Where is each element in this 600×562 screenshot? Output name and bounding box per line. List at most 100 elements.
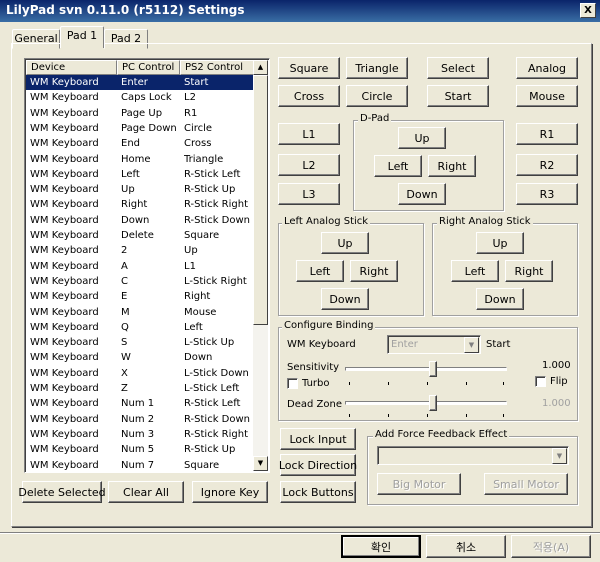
close-button[interactable]: X <box>580 3 596 18</box>
table-row[interactable]: WM Keyboard M Mouse <box>26 305 254 320</box>
lock-direction-button[interactable]: Lock Direction <box>279 454 357 476</box>
binding-key-dropdown[interactable]: Enter ▼ <box>387 335 481 354</box>
ps2-control-cell: Right <box>184 291 211 303</box>
column-header-pc-control[interactable]: PC Control <box>117 60 180 75</box>
table-row[interactable]: WM Keyboard Q Left <box>26 320 254 335</box>
pc-control-cell: S <box>121 337 128 349</box>
clear-all-button[interactable]: Clear All <box>108 481 184 503</box>
analog-button[interactable]: Analog <box>516 57 578 79</box>
table-row[interactable]: WM Keyboard Right R-Stick Right <box>26 197 254 212</box>
start-button[interactable]: Start <box>427 85 489 107</box>
table-row[interactable]: WM Keyboard X L-Stick Down <box>26 366 254 381</box>
cross-button[interactable]: Cross <box>278 85 340 107</box>
right-stick-right-button[interactable]: Right <box>505 260 553 282</box>
dpad-left-button[interactable]: Left <box>374 155 422 177</box>
r1-button[interactable]: R1 <box>516 123 578 145</box>
table-row[interactable]: WM Keyboard Z L-Stick Left <box>26 381 254 396</box>
table-row[interactable]: WM Keyboard W Down <box>26 350 254 365</box>
small-motor-button[interactable]: Small Motor <box>484 473 568 495</box>
triangle-button[interactable]: Triangle <box>346 57 408 79</box>
delete-selected-button[interactable]: Delete Selected <box>18 481 106 503</box>
table-row[interactable]: WM Keyboard Num 1 R-Stick Left <box>26 396 254 411</box>
table-row[interactable]: WM Keyboard E Right <box>26 289 254 304</box>
table-row[interactable]: WM Keyboard Down R-Stick Down <box>26 213 254 228</box>
r2-button[interactable]: R2 <box>516 154 578 176</box>
force-feedback-dropdown[interactable]: ▼ <box>377 446 569 465</box>
pc-control-cell: Home <box>121 153 151 165</box>
right-stick-up-button[interactable]: Up <box>476 232 524 254</box>
dead-zone-track <box>345 401 507 405</box>
ps2-control-cell: R-Stick Up <box>184 184 236 196</box>
table-row[interactable]: WM Keyboard Num 3 R-Stick Right <box>26 427 254 442</box>
right-stick-down-button[interactable]: Down <box>476 288 524 310</box>
table-row[interactable]: WM Keyboard Page Up R1 <box>26 106 254 121</box>
r3-button[interactable]: R3 <box>516 183 578 205</box>
circle-button[interactable]: Circle <box>346 85 408 107</box>
l2-button[interactable]: L2 <box>278 154 340 176</box>
table-row[interactable]: WM Keyboard 2 Up <box>26 243 254 258</box>
table-row[interactable]: WM Keyboard Enter Start <box>26 75 254 90</box>
tab-pad-1[interactable]: Pad 1 <box>60 26 104 48</box>
arrow-down-icon: ▼ <box>257 459 264 467</box>
big-motor-button[interactable]: Big Motor <box>377 473 461 495</box>
table-row[interactable]: WM Keyboard Page Down Circle <box>26 121 254 136</box>
right-stick-title: Right Analog Stick <box>437 216 533 227</box>
right-stick-left-button[interactable]: Left <box>451 260 499 282</box>
table-row[interactable]: WM Keyboard Num 7 Square <box>26 458 254 473</box>
dpad-right-button[interactable]: Right <box>428 155 476 177</box>
dpad-down-button[interactable]: Down <box>398 183 446 205</box>
ps2-control-cell: Mouse <box>184 306 217 318</box>
table-row[interactable]: WM Keyboard Up R-Stick Up <box>26 182 254 197</box>
table-row[interactable]: WM Keyboard Left R-Stick Left <box>26 167 254 182</box>
dpad-up-button[interactable]: Up <box>398 127 446 149</box>
device-cell: WM Keyboard <box>30 214 99 226</box>
table-row[interactable]: WM Keyboard A L1 <box>26 259 254 274</box>
binding-list[interactable]: Device PC Control PS2 Control WM Keyboar… <box>24 58 270 473</box>
table-row[interactable]: WM Keyboard Home Triangle <box>26 152 254 167</box>
device-cell: WM Keyboard <box>30 367 99 379</box>
lock-buttons-button[interactable]: Lock Buttons <box>280 481 356 503</box>
apply-button[interactable]: 적용(A) <box>511 535 591 558</box>
turbo-checkbox[interactable] <box>287 378 298 389</box>
sensitivity-value: 1.000 <box>542 360 571 371</box>
force-feedback-title: Add Force Feedback Effect <box>373 429 510 440</box>
square-button[interactable]: Square <box>278 57 340 79</box>
ps2-control-cell: Left <box>184 321 203 333</box>
left-stick-down-button[interactable]: Down <box>321 288 369 310</box>
flip-checkbox[interactable] <box>535 376 546 387</box>
ignore-key-button[interactable]: Ignore Key <box>192 481 268 503</box>
table-row[interactable]: WM Keyboard S L-Stick Up <box>26 335 254 350</box>
scroll-down-button[interactable]: ▼ <box>253 456 268 471</box>
column-header-device[interactable]: Device <box>26 60 117 75</box>
device-cell: WM Keyboard <box>30 291 99 303</box>
table-row[interactable]: WM Keyboard C L-Stick Right <box>26 274 254 289</box>
left-stick-up-button[interactable]: Up <box>321 232 369 254</box>
list-scrollbar[interactable]: ▲ ▼ <box>253 60 268 471</box>
pc-control-cell: Num 5 <box>121 444 155 456</box>
ps2-control-cell: Square <box>184 230 220 241</box>
table-row[interactable]: WM Keyboard Caps Lock L2 <box>26 90 254 105</box>
device-cell: WM Keyboard <box>30 245 99 257</box>
scroll-up-button[interactable]: ▲ <box>253 60 268 75</box>
device-cell: WM Keyboard <box>30 459 99 471</box>
l1-button[interactable]: L1 <box>278 123 340 145</box>
ok-button[interactable]: 확인 <box>341 535 421 558</box>
scroll-thumb[interactable] <box>253 75 268 325</box>
select-button[interactable]: Select <box>427 57 489 79</box>
l3-button[interactable]: L3 <box>278 183 340 205</box>
dead-zone-slider[interactable] <box>429 395 438 411</box>
table-row[interactable]: WM Keyboard Delete Square <box>26 228 254 243</box>
pc-control-cell: Num 3 <box>121 428 155 440</box>
column-header-ps2-control[interactable]: PS2 Control <box>180 60 254 75</box>
cancel-button[interactable]: 취소 <box>426 535 506 558</box>
table-row[interactable]: WM Keyboard End Cross <box>26 136 254 151</box>
table-row[interactable]: WM Keyboard Num 2 R-Stick Down <box>26 412 254 427</box>
lock-input-button[interactable]: Lock Input <box>280 428 356 450</box>
left-stick-left-button[interactable]: Left <box>296 260 344 282</box>
table-row[interactable]: WM Keyboard Num 5 R-Stick Up <box>26 442 254 457</box>
pc-control-cell: A <box>121 260 128 272</box>
left-stick-right-button[interactable]: Right <box>350 260 398 282</box>
mouse-button[interactable]: Mouse <box>516 85 578 107</box>
sensitivity-slider[interactable] <box>429 361 438 377</box>
pc-control-cell: Right <box>121 199 148 211</box>
